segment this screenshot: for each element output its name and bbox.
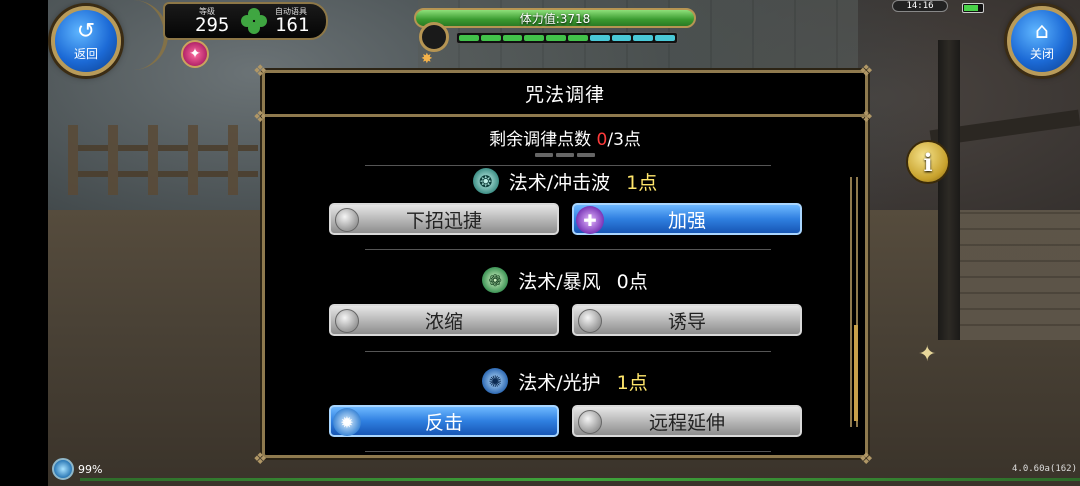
stamina-text: 体力值:3718: [519, 11, 591, 26]
spell-name: 法术/暴风: [518, 270, 601, 293]
shockwave-icon: ❂: [472, 168, 499, 194]
dialog-title: 咒法调律: [524, 84, 605, 106]
fortune-value: 161: [275, 14, 310, 36]
page-indicator: [535, 153, 595, 157]
back-button-label: 返回: [73, 46, 98, 61]
energy-segment: [502, 35, 523, 41]
energy-segment: [546, 35, 566, 41]
left-blackbar: [0, 0, 48, 486]
divider: [365, 451, 771, 452]
option-label: 浓缩: [424, 310, 463, 333]
download-orb-icon: [52, 458, 74, 480]
star-icon: ✸: [421, 51, 433, 67]
level-block: 等级 295: [165, 4, 237, 38]
download-status: 99%: [52, 458, 102, 480]
option-counter-button[interactable]: ✹ 反击: [329, 405, 559, 437]
light-shield-icon: ✺: [482, 368, 509, 394]
stamina-bar: 体力值:3718: [414, 8, 696, 28]
version-text: 4.0.60a(162): [1012, 464, 1078, 474]
option-label: 远程延伸: [648, 411, 725, 434]
level-value: 295: [195, 14, 230, 36]
energy-segment: [611, 35, 632, 41]
enhance-emblem-icon: ✚: [576, 206, 604, 234]
info-button[interactable]: i: [906, 140, 950, 184]
toggle-knob: [578, 309, 602, 333]
clock: 14:16: [892, 0, 948, 12]
battery-icon: [962, 3, 984, 13]
corner-ornament-icon: ❖: [253, 449, 268, 468]
toggle-knob: [335, 309, 359, 333]
energy-segment: [589, 35, 610, 41]
energy-segment: [567, 35, 588, 41]
spell-name: 法术/光护: [518, 371, 601, 394]
energy-segment: [633, 35, 654, 41]
option-label: 诱导: [667, 310, 706, 333]
option-quick-strike-button[interactable]: 下招迅捷: [329, 203, 559, 235]
background-fence: [68, 125, 258, 195]
spell-name: 法术/冲击波: [508, 171, 611, 194]
background-pole: [938, 40, 960, 340]
counter-emblem-icon: ✹: [333, 408, 361, 436]
option-range-extend-button[interactable]: 远程延伸: [572, 405, 802, 437]
corner-ornament-icon: ❖: [859, 449, 874, 468]
energy-segment: [655, 35, 675, 41]
spell-points: 1点: [626, 171, 658, 194]
level-label: 等级: [199, 7, 215, 16]
remaining-points: 剩余调律点数 0/3点: [265, 125, 865, 150]
back-arrow-icon: ↺: [76, 18, 96, 44]
toggle-knob: [335, 208, 359, 232]
download-percent: 99%: [78, 462, 103, 476]
bottom-progress-line: [80, 478, 1080, 481]
background-stone-wall: [950, 210, 1080, 340]
remaining-current: 0: [596, 130, 608, 150]
spell-row-storm: ❁ 法术/暴风 0点: [265, 265, 865, 295]
option-label: 加强: [667, 209, 706, 232]
stamina-orb-icon: [419, 22, 449, 52]
option-label: 反击: [424, 411, 463, 434]
option-enhance-button[interactable]: ✚ 加强: [572, 203, 802, 235]
option-condense-button[interactable]: 浓缩: [329, 304, 559, 336]
toggle-knob: [578, 410, 602, 434]
option-guide-button[interactable]: 诱导: [572, 304, 802, 336]
dialog-header: 咒法调律: [265, 73, 865, 117]
scrollbar-thumb[interactable]: [854, 325, 858, 421]
spell-row-light-shield: ✺ 法术/光护 1点: [265, 366, 865, 396]
close-button-label: 关闭: [1029, 46, 1054, 61]
energy-segments: [456, 32, 678, 44]
fortune-block: 自动语具 161: [267, 4, 309, 38]
remaining-prefix: 剩余调律点数: [489, 130, 597, 150]
clock-text: 14:16: [906, 1, 934, 11]
back-button[interactable]: ↺ 返回: [51, 6, 121, 76]
gift-icon[interactable]: ✦: [181, 40, 209, 68]
spell-points: 1点: [616, 371, 648, 394]
spell-points: 0点: [616, 270, 648, 293]
energy-segment: [480, 35, 501, 41]
clover-icon: [241, 8, 267, 34]
storm-icon: ❁: [482, 267, 509, 293]
home-icon: ⌂: [1035, 18, 1049, 44]
close-button[interactable]: ⌂ 关闭: [1007, 6, 1077, 76]
remaining-suffix: /3点: [607, 130, 641, 150]
option-label: 下招迅捷: [405, 209, 482, 232]
divider: [365, 351, 771, 352]
spell-tuning-dialog: ❖ ❖ ❖ ❖ ❖ ❖ 咒法调律 剩余调律点数 0/3点 ❂ 法术/冲击波 1点…: [253, 61, 873, 468]
energy-segment: [524, 35, 545, 41]
energy-segment: [459, 35, 479, 41]
spell-row-shockwave: ❂ 法术/冲击波 1点: [265, 166, 865, 196]
player-stats-panel: 等级 295 自动语具 161: [163, 2, 328, 40]
fortune-label: 自动语具: [275, 7, 307, 16]
divider: [365, 249, 771, 250]
sparkle-icon: ✦: [918, 342, 937, 367]
